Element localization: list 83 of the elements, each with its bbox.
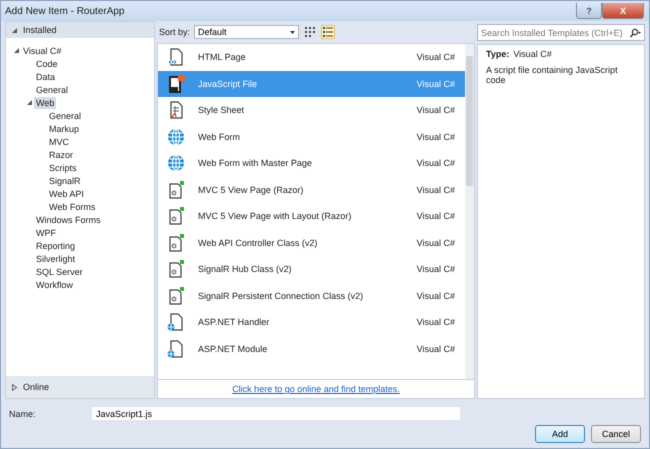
scroll-thumb[interactable] bbox=[466, 56, 473, 186]
template-language: Visual C# bbox=[416, 290, 455, 301]
template-language: Visual C# bbox=[416, 52, 455, 62]
search-icon bbox=[629, 28, 641, 38]
section-header[interactable]: Installed bbox=[6, 22, 154, 38]
template-name: MVC 5 View Page (Razor) bbox=[198, 184, 304, 195]
type-label: Type: bbox=[486, 49, 510, 59]
grid-view-button[interactable] bbox=[303, 25, 318, 39]
tree-item[interactable]: Data bbox=[34, 70, 58, 82]
template-name: ASP.NET Module bbox=[198, 344, 268, 354]
template-item[interactable]: ASP.NET Module Visual C# bbox=[158, 336, 465, 362]
tree-item[interactable]: Silverlight bbox=[34, 252, 78, 264]
sort-dropdown[interactable]: Default bbox=[194, 25, 300, 39]
tree-item[interactable]: General bbox=[34, 84, 70, 96]
template-name: JavaScript File bbox=[198, 78, 258, 89]
tree-item[interactable]: Windows Forms bbox=[34, 214, 103, 226]
template-language: Visual C# bbox=[416, 158, 455, 168]
list-view-icon bbox=[323, 27, 334, 37]
name-field[interactable]: JavaScript1.js bbox=[92, 407, 460, 420]
tree-item[interactable]: General bbox=[47, 110, 84, 122]
tree-item[interactable]: Markup bbox=[47, 122, 82, 134]
template-name: Web Form bbox=[198, 132, 241, 142]
template-name: SignalR Persistent Connection Class (v2) bbox=[198, 290, 364, 301]
expanded-arrow-icon bbox=[11, 26, 18, 34]
tree-item[interactable]: Workflow bbox=[34, 278, 75, 290]
tree-item[interactable]: Scripts bbox=[47, 162, 79, 174]
globe-icon bbox=[166, 153, 186, 174]
template-item[interactable]: MVC 5 View Page with Layout (Razor) Visual C# bbox=[158, 203, 465, 230]
tree-item[interactable]: Code bbox=[34, 58, 60, 70]
sort-label: Sort by: bbox=[159, 27, 190, 37]
template-name: SignalR Hub Class (v2) bbox=[198, 264, 293, 274]
template-name: ASP.NET Handler bbox=[198, 317, 270, 328]
collapsed-arrow-icon bbox=[11, 384, 18, 390]
template-language: Visual C# bbox=[416, 317, 455, 328]
cancel-button[interactable]: Cancel bbox=[591, 425, 641, 443]
template-item[interactable]: SignalR Persistent Connection Class (v2) Visual C# bbox=[158, 282, 465, 309]
expanded-arrow-icon[interactable] bbox=[26, 99, 33, 106]
tree-item[interactable]: Reporting bbox=[34, 240, 78, 252]
template-name: HTML Page bbox=[198, 52, 247, 62]
template-item[interactable]: HTML Page Visual C# bbox=[158, 44, 465, 70]
template-language: Visual C# bbox=[416, 105, 455, 116]
type-value: Visual C# bbox=[513, 49, 552, 59]
template-item[interactable]: ASP.NET Handler Visual C# bbox=[158, 309, 465, 336]
template-item[interactable]: Style Sheet Visual C# bbox=[158, 97, 465, 124]
template-language: Visual C# bbox=[416, 211, 455, 222]
template-language: Visual C# bbox=[416, 344, 455, 354]
template-language: Visual C# bbox=[416, 264, 455, 274]
template-language: Visual C# bbox=[416, 238, 455, 248]
template-item[interactable]: Web Form Visual C# bbox=[158, 124, 465, 150]
template-description: A script file containing JavaScript code bbox=[486, 65, 619, 85]
help-button[interactable]: ? bbox=[576, 3, 602, 19]
add-button[interactable]: Add bbox=[535, 425, 585, 443]
tree-item[interactable]: Web Forms bbox=[47, 200, 98, 212]
tree-item[interactable]: SQL Server bbox=[34, 266, 85, 278]
window-title: Add New Item - RouterApp bbox=[5, 6, 126, 16]
tree-item[interactable]: WPF bbox=[34, 226, 58, 238]
dropdown-arrow-icon bbox=[290, 30, 296, 34]
globe-icon bbox=[166, 126, 186, 147]
template-name: Style Sheet bbox=[198, 105, 246, 116]
template-item[interactable]: MVC 5 View Page (Razor) Visual C# bbox=[158, 176, 465, 203]
template-item[interactable]: Web Form with Master Page Visual C# bbox=[158, 150, 465, 176]
scrollbar[interactable] bbox=[465, 44, 474, 379]
tree-item[interactable]: Web bbox=[34, 96, 56, 108]
list-view-button[interactable] bbox=[321, 25, 336, 39]
search-field[interactable]: Search Installed Templates (Ctrl+E) bbox=[477, 24, 645, 41]
grid-view-icon bbox=[305, 27, 316, 37]
name-label: Name: bbox=[9, 408, 37, 418]
template-name: Web API Controller Class (v2) bbox=[198, 238, 318, 248]
template-language: Visual C# bbox=[416, 184, 455, 195]
tree-item[interactable]: Razor bbox=[47, 148, 76, 160]
tree-item[interactable]: SignalR bbox=[47, 174, 83, 186]
expanded-arrow-icon[interactable] bbox=[13, 47, 20, 54]
tree-item[interactable]: MVC bbox=[47, 136, 71, 148]
script-file-icon bbox=[166, 74, 186, 94]
template-name: MVC 5 View Page with Layout (Razor) bbox=[198, 211, 352, 222]
template-name: Web Form with Master Page bbox=[198, 158, 313, 168]
template-language: Visual C# bbox=[416, 132, 455, 142]
section-header[interactable]: Online bbox=[6, 376, 154, 398]
template-item[interactable]: Web API Controller Class (v2) Visual C# bbox=[158, 230, 465, 256]
tree-item[interactable]: Visual C# bbox=[21, 44, 64, 56]
template-language: Visual C# bbox=[416, 78, 455, 89]
template-item[interactable]: SignalR Hub Class (v2) Visual C# bbox=[158, 256, 465, 282]
tree-item[interactable]: Web API bbox=[47, 188, 86, 200]
